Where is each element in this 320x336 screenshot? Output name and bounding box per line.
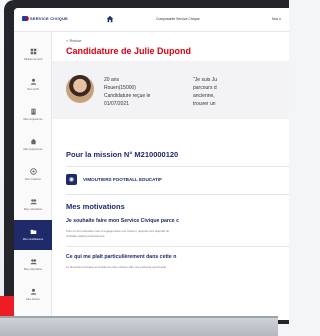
sidebar-item-organisms[interactable]: Mes organismes [14,100,52,130]
logo-text: SERVICE CIVIQUE [30,16,69,21]
sidebar-item-label: Mes organismes [23,148,43,152]
sidebar-item-volunteers-2[interactable]: Mes volontaires [14,250,52,280]
profile-received-date: 01/07/2021 [104,101,130,107]
target-icon [29,168,37,176]
profile-card: 20 ans Rouen(15000) Candidature reçue le… [52,61,289,119]
sidebar-item-label: Mes volontaires [23,208,43,212]
main-content: < Retour Candidature de Julie Dupond 20 … [52,32,289,320]
profile-received-label: Candidature reçue le [104,93,151,99]
grid-icon [30,49,36,55]
sidebar: Tableau de bord Mon profil Mes organisme… [14,32,52,320]
sidebar-item-label: Mes candidatures [22,238,44,242]
back-link[interactable]: < Retour [66,38,81,43]
sidebar-item-label: Mes organismes [23,118,43,122]
laptop-frame: SERVICE CIVIQUE Composante Service Civiq… [4,0,289,324]
sidebar-item-profile[interactable]: Mon profil [14,70,52,100]
sidebar-item-tutors[interactable]: Mes tuteurs [14,280,52,310]
page-title: Candidature de Julie Dupond [66,46,192,56]
user-icon [30,79,36,86]
profile-quote-line: trouver un [193,101,216,107]
profile-quote-line: parcours d [193,85,217,91]
sidebar-item-organisms-home[interactable]: Mes organismes [14,130,52,160]
association-item[interactable]: ◉ VIMOUTIERS FOOTBALL EDUCATIF [66,174,162,185]
divider [66,246,289,247]
motivations-title: Mes motivations [66,202,125,211]
sidebar-item-label: Mes missions [25,178,41,182]
association-name: VIMOUTIERS FOOTBALL EDUCATIF [83,177,162,182]
profile-quote-line: "Je suis Ju [193,77,218,83]
motivation-answer-line: véritable insights professionnel. [66,234,106,238]
motivation-answer-line: Le dimension humaine et sociale de cette… [66,265,167,269]
sidebar-item-dashboard[interactable]: Tableau de bord [14,40,52,70]
users-icon [29,259,37,265]
users-icon [29,199,37,205]
divider [66,194,289,195]
folder-icon [30,230,36,235]
logo-mark-icon [22,16,29,21]
motivation-answer-line: Pour un fort volontaire c'est m'engager … [66,229,170,233]
divider [66,166,289,167]
nav-item-nos[interactable]: Nos o [272,17,281,21]
sidebar-item-volunteers[interactable]: Mes volontaires [14,190,52,220]
laptop-base [0,318,278,336]
profile-quote-line: ancienne, [193,93,215,99]
motivation-question: Ce qui me plaît particulièrement dans ce… [66,254,177,260]
sidebar-item-applications[interactable]: Mes candidatures [14,220,52,250]
logo[interactable]: SERVICE CIVIQUE [22,16,68,21]
home-icon[interactable] [106,15,114,23]
mission-title: Pour la mission N° M210000120 [66,150,179,159]
building-icon [30,109,36,116]
association-icon: ◉ [66,174,77,185]
nav-item-composante[interactable]: Composante Service Civique [156,17,200,21]
profile-age: 20 ans [104,77,120,83]
sidebar-item-label: Mon profil [27,88,39,92]
sidebar-item-label: Mes tuteurs [26,298,40,302]
top-bar: SERVICE CIVIQUE Composante Service Civiq… [14,8,289,32]
profile-city: Rouen(15000) [104,85,136,91]
home-icon [30,139,36,145]
sidebar-item-missions[interactable]: Mes missions [14,160,52,190]
sidebar-item-label: Tableau de bord [23,58,43,62]
sidebar-item-label: Mes volontaires [23,268,43,272]
avatar [66,75,94,103]
user-icon [30,289,36,296]
motivation-question: Je souhaite faire mon Service Civique pa… [66,218,180,224]
app-screen: SERVICE CIVIQUE Composante Service Civiq… [14,8,289,320]
